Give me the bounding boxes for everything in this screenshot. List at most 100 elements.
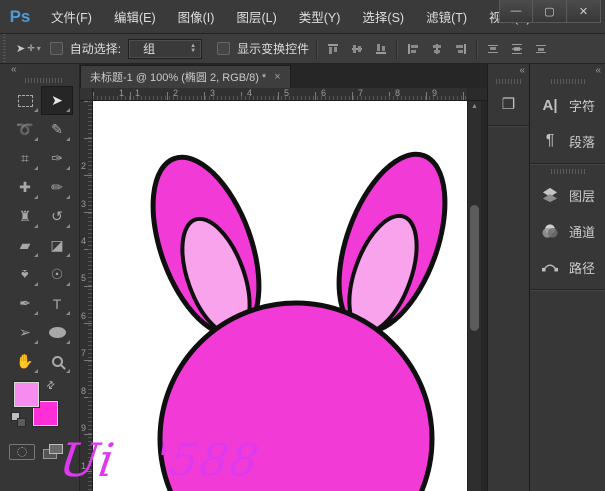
rectangular-marquee-tool[interactable] xyxy=(9,86,41,115)
ruler-corner xyxy=(80,88,93,101)
paint-bucket-tool[interactable]: ◪ xyxy=(41,231,73,260)
dropdown-stepper-icon: ▲▼ xyxy=(190,44,196,54)
paragraph-panel-button[interactable]: ¶ 段落 xyxy=(530,123,605,159)
paths-icon xyxy=(540,259,560,275)
hand-tool[interactable]: ✋ xyxy=(9,347,41,376)
type-tool[interactable]: T xyxy=(41,289,73,318)
dodge-tool[interactable]: ☉ xyxy=(41,260,73,289)
align-left-edges-icon[interactable] xyxy=(404,40,421,57)
ruler-number: 4 xyxy=(247,88,252,98)
ruler-number: 1 xyxy=(119,88,124,98)
document-tab[interactable]: 未标题-1 @ 100% (椭圆 2, RGB/8) * × xyxy=(80,65,291,88)
options-gripper[interactable] xyxy=(0,34,7,63)
3d-panel-button[interactable]: ❒ xyxy=(488,87,529,121)
toolbox-bottom xyxy=(9,444,73,460)
scrollbar-thumb[interactable] xyxy=(470,205,479,331)
distribute-bottom-edges-icon[interactable] xyxy=(532,40,549,57)
ruler-number: 8 xyxy=(81,386,86,396)
auto-select-dropdown[interactable]: 组 ▲▼ xyxy=(128,39,202,59)
toolbox: « ➤ ➰ ✎ ⌗ ✑ ✚ xyxy=(0,64,80,491)
channels-panel-button[interactable]: 通道 xyxy=(530,213,605,249)
spot-healing-brush-tool[interactable]: ✚ xyxy=(9,173,41,202)
eyedropper-tool[interactable]: ✑ xyxy=(41,144,73,173)
history-brush-tool[interactable]: ↺ xyxy=(41,202,73,231)
tool-icon: ⌗ xyxy=(21,150,29,167)
screen-mode-button[interactable] xyxy=(43,444,65,460)
panel-rail-narrow: « ❒ xyxy=(487,64,529,491)
quick-mask-icon xyxy=(17,447,27,457)
ellipse-shape-tool[interactable] xyxy=(41,318,73,347)
quick-selection-tool[interactable]: ✎ xyxy=(41,115,73,144)
layers-icon xyxy=(540,187,560,203)
default-colors-icon[interactable] xyxy=(11,412,27,428)
align-bottom-edges-icon[interactable] xyxy=(372,40,389,57)
show-transform-checkbox[interactable] xyxy=(217,42,230,55)
menu-item[interactable]: 编辑(E) xyxy=(103,7,167,26)
rabbit-head xyxy=(160,303,432,491)
ruler-number: 8 xyxy=(395,88,400,98)
minimize-button[interactable]: — xyxy=(499,0,533,23)
pen-tool[interactable]: ✒ xyxy=(9,289,41,318)
align-top-edges-icon[interactable] xyxy=(324,40,341,57)
menu-item[interactable]: 文件(F) xyxy=(40,7,103,26)
options-divider xyxy=(396,39,397,59)
tool-icon: ◪ xyxy=(50,237,63,254)
menu-item[interactable]: 选择(S) xyxy=(351,7,415,26)
ruler-number: 2 xyxy=(173,88,178,98)
tab-close-icon[interactable]: × xyxy=(274,71,280,83)
maximize-button[interactable]: ▢ xyxy=(533,0,567,23)
paragraph-label: 段落 xyxy=(569,132,595,151)
move-tool[interactable]: ➤ xyxy=(41,86,73,115)
color-swatches: ⇄ xyxy=(9,380,73,442)
menu-item[interactable]: 图像(I) xyxy=(167,7,226,26)
vertical-scrollbar[interactable]: ▲ xyxy=(467,101,481,491)
auto-select-checkbox[interactable] xyxy=(50,42,63,55)
layers-panel-button[interactable]: 图层 xyxy=(530,177,605,213)
ruler-spacer xyxy=(467,88,487,101)
document-tab-title: 未标题-1 @ 100% (椭圆 2, RGB/8) * xyxy=(90,69,266,85)
panel-collapse-icon[interactable]: « xyxy=(488,64,529,78)
panel-gripper[interactable] xyxy=(551,169,585,174)
show-transform-label: 显示变换控件 xyxy=(237,40,309,57)
menu-item[interactable]: 图层(L) xyxy=(225,7,287,26)
zoom-tool[interactable] xyxy=(41,347,73,376)
align-horizontal-centers-icon[interactable] xyxy=(428,40,445,57)
document-tab-bar: 未标题-1 @ 100% (椭圆 2, RGB/8) * × xyxy=(80,64,487,88)
toolbox-collapse-icon[interactable]: « xyxy=(9,64,79,77)
panel-gripper[interactable] xyxy=(496,79,522,84)
path-selection-tool[interactable]: ➢ xyxy=(9,318,41,347)
vertical-ruler: 234567891 xyxy=(80,101,93,491)
eraser-tool[interactable]: ▰ xyxy=(9,231,41,260)
character-label: 字符 xyxy=(569,96,595,115)
scroll-up-icon[interactable]: ▲ xyxy=(468,103,481,110)
photoshop-logo-icon: Ps xyxy=(0,7,40,27)
menu-item[interactable]: 滤镜(T) xyxy=(415,7,478,26)
character-panel-button[interactable]: A| 字符 xyxy=(530,87,605,123)
foreground-color-swatch[interactable] xyxy=(14,382,39,407)
brush-tool[interactable]: ✏ xyxy=(41,173,73,202)
menu-bar: Ps 文件(F)编辑(E)图像(I)图层(L)类型(Y)选择(S)滤镜(T)视图… xyxy=(0,0,605,34)
options-divider xyxy=(476,39,477,59)
paths-panel-button[interactable]: 路径 xyxy=(530,249,605,285)
close-button[interactable]: ✕ xyxy=(567,0,601,23)
distribute-top-edges-icon[interactable] xyxy=(484,40,501,57)
panel-divider xyxy=(488,125,529,126)
canvas[interactable] xyxy=(93,101,467,491)
tool-icon: ✒ xyxy=(19,295,31,312)
toolbox-gripper[interactable] xyxy=(25,78,63,83)
crop-tool[interactable]: ⌗ xyxy=(9,144,41,173)
align-vertical-centers-icon[interactable] xyxy=(348,40,365,57)
tool-icon: ▰ xyxy=(20,237,31,254)
blur-tool[interactable]: ♠ xyxy=(9,260,41,289)
align-right-edges-icon[interactable] xyxy=(452,40,469,57)
swap-colors-icon[interactable]: ⇄ xyxy=(44,379,58,393)
menu-item[interactable]: 类型(Y) xyxy=(288,7,352,26)
ruler-number: 7 xyxy=(81,348,86,358)
panel-gripper[interactable] xyxy=(551,79,585,84)
quick-mask-button[interactable] xyxy=(9,444,35,460)
distribute-vertical-centers-icon[interactable] xyxy=(508,40,525,57)
lasso-tool[interactable]: ➰ xyxy=(9,115,41,144)
clone-stamp-tool[interactable]: ♜ xyxy=(9,202,41,231)
current-tool-indicator[interactable]: ➤✛▾ xyxy=(14,42,43,55)
panel-collapse-icon[interactable]: « xyxy=(530,64,605,78)
